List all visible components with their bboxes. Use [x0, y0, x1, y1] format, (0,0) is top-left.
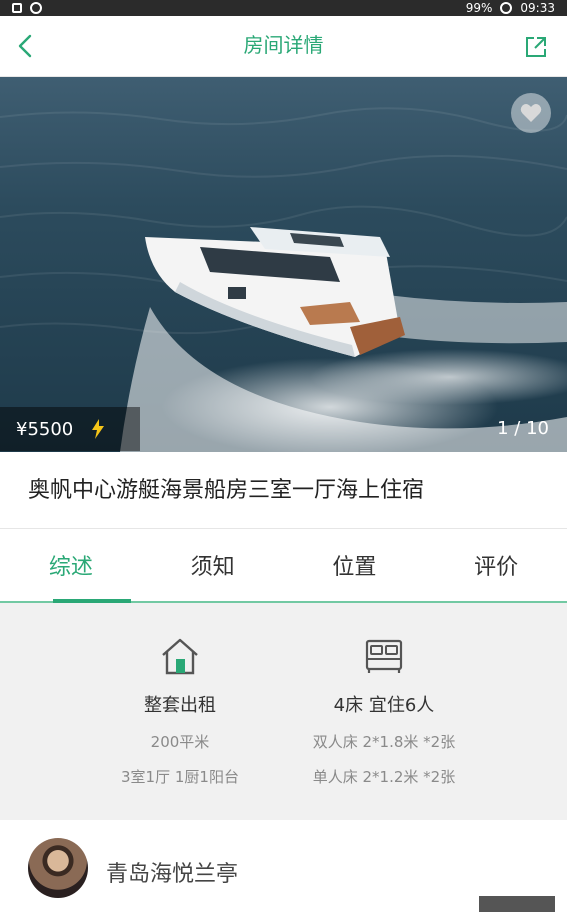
lightning-icon: [92, 419, 105, 439]
host-name: 青岛海悦兰亭: [106, 862, 239, 887]
app-header: 房间详情: [0, 16, 567, 77]
rental-type-feature: 整套出租 200平米 3室1厅 1厨1阳台: [90, 635, 270, 787]
listing-title: 奥帆中心游艇海景船房三室一厅海上住宿: [28, 478, 425, 503]
tab-location[interactable]: 位置: [284, 529, 426, 601]
bed-icon: [365, 639, 403, 673]
double-bed-text: 双人床 2*1.8米 *2张: [312, 733, 456, 751]
clock: 09:33: [520, 1, 555, 15]
beds-feature: 4床 宜住6人 双人床 2*1.8米 *2张 单人床 2*1.2米 *2张: [290, 635, 478, 787]
battery-icon: [500, 2, 513, 14]
price-badge: ¥5500: [0, 407, 140, 451]
page-title: 房间详情: [243, 33, 324, 57]
area-text: 200平米: [150, 733, 210, 751]
tab-reviews[interactable]: 评价: [425, 529, 567, 601]
photo-page-indicator: 1 / 10: [497, 418, 549, 439]
overview-section: 整套出租 200平米 3室1厅 1厨1阳台 4床 宜住6人 双人床 2*1.8米…: [0, 603, 567, 820]
avatar[interactable]: [28, 838, 88, 898]
detail-tabs: 综述 须知 位置 评价: [0, 529, 567, 603]
beds-title: 4床 宜住6人: [333, 695, 435, 716]
house-icon: [162, 638, 198, 675]
heart-icon: [520, 104, 542, 122]
price-text: ¥5500: [16, 418, 74, 440]
gallery-notification-icon: [12, 3, 22, 13]
share-icon: [526, 37, 546, 57]
layout-text: 3室1厅 1厨1阳台: [121, 768, 239, 786]
favorite-button[interactable]: [511, 93, 551, 133]
host-section[interactable]: 青岛海悦兰亭: [0, 820, 567, 912]
listing-photo-carousel[interactable]: ¥5500 1 / 10: [0, 77, 567, 452]
single-bed-text: 单人床 2*1.2米 *2张: [312, 768, 456, 786]
yacht-photo: [0, 107, 567, 452]
status-bar: 99% 09:33: [0, 0, 567, 16]
notification-icon: [30, 2, 42, 14]
share-button[interactable]: [521, 32, 551, 62]
floating-action-bar[interactable]: [479, 896, 555, 912]
tab-overview[interactable]: 综述: [0, 529, 142, 603]
tab-notice[interactable]: 须知: [142, 529, 284, 601]
rental-type-title: 整套出租: [144, 695, 216, 716]
battery-text: 99%: [465, 1, 493, 15]
